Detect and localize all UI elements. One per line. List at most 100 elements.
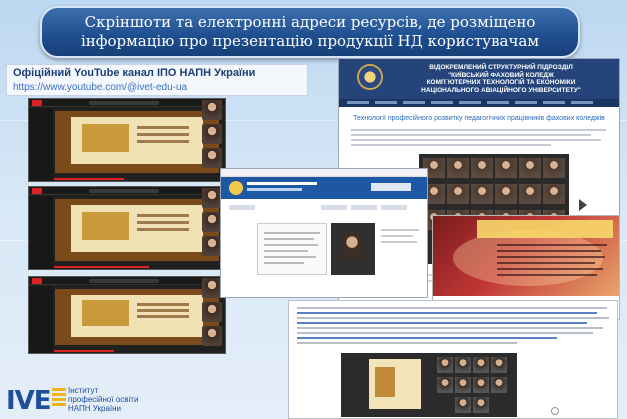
participant-thumbnail [202,188,222,208]
book-cover-image [81,123,130,152]
text-line [351,144,551,146]
text-line [381,235,413,237]
participant-thumbnail [202,302,222,322]
text-line [136,132,190,136]
tab[interactable] [321,205,347,210]
video-frame [55,199,219,261]
text-line [351,129,606,131]
participant-thumbnail [495,158,517,178]
ive-logo-line: професійної освіти [68,395,139,404]
youtube-screenshot-3[interactable] [28,276,226,354]
poster-glow [453,230,603,286]
ministry-title-line [247,188,302,191]
video-progress-bar[interactable] [54,178,124,180]
participant-thumbnail [447,158,469,178]
ministry-website-screenshot[interactable] [220,168,428,298]
text-line [297,342,517,344]
ministry-logo-icon [229,181,243,195]
participant-thumbnail [491,357,507,373]
video-progress-bar[interactable] [54,350,114,352]
book-cover-image [81,211,130,240]
ministry-header-box [371,183,411,191]
participant-thumbnail [495,184,517,204]
nav-item[interactable] [431,101,453,104]
ive-logo-line: Інститут [68,386,99,395]
text-line [264,256,316,258]
youtube-topbar [29,277,225,285]
participant-thumbnail [473,377,489,393]
nav-item[interactable] [515,101,537,104]
participant-thumbnail [202,100,222,120]
participant-thumbnail [455,377,471,393]
participant-thumbnail [473,357,489,373]
text-line [136,314,190,318]
text-line [297,327,603,329]
youtube-logo-icon [32,100,42,106]
participant-thumbnail [455,397,471,413]
youtube-topbar [29,99,225,107]
tab[interactable] [381,205,407,210]
college-article-heading: Технології професійного розвитку педагог… [353,115,605,122]
nav-item[interactable] [571,101,593,104]
text-line [136,308,190,312]
youtube-screenshot-1[interactable] [28,98,226,182]
next-arrow-icon[interactable] [551,407,559,415]
college-site-nav [339,99,619,107]
ive-logo-line: НАПН України [68,404,122,413]
presentation-slide [369,359,421,409]
book-cover-image [81,300,130,326]
nav-item[interactable] [403,101,425,104]
presentation-slide [71,205,203,252]
participant-thumbnail [202,212,222,232]
youtube-topbar [29,187,225,195]
text-line [297,312,597,314]
nav-item[interactable] [459,101,481,104]
youtube-sidebar [29,196,53,269]
participant-thumbnail [519,184,541,204]
text-line [497,244,607,246]
tab[interactable] [351,205,377,210]
college-seal-icon [357,64,383,90]
nav-item[interactable] [347,101,369,104]
text-line [497,250,601,252]
document-preview[interactable] [257,223,327,275]
presentation-slide [71,117,203,164]
text-line [351,134,591,136]
participant-thumbnail [202,326,222,346]
nav-item[interactable] [543,101,565,104]
speaker-image [341,233,363,259]
text-line [136,220,190,224]
participant-thumbnail [455,357,471,373]
participant-thumbnail [202,124,222,144]
participant-thumbnail [519,158,541,178]
participant-column [202,100,226,172]
embedded-video-player[interactable] [341,353,517,417]
participant-thumbnail [437,377,453,393]
poster-title-block [477,220,613,238]
nav-item[interactable] [487,101,509,104]
youtube-logo-icon [32,278,42,284]
college-title-line: "КИЇВСЬКИЙ ФАХОВИЙ КОЛЕДЖ [448,71,554,79]
video-progress-bar[interactable] [54,266,149,268]
youtube-channel-link[interactable]: https://www.youtube.com/@ivet-edu-ua [13,82,187,93]
text-line [264,232,320,234]
college-title-line: КОМП`ЮТЕРНИХ ТЕХНОЛОГІЙ ТА ЕКОНОМІКИ [426,79,576,86]
video-preview[interactable] [331,223,375,275]
text-line [381,229,419,231]
text-line [264,250,308,252]
participant-thumbnail [437,357,453,373]
college-site-header: ВІДОКРЕМЛЕНИЙ СТРУКТУРНИЙ ПІДРОЗДІЛ "КИЇ… [339,59,619,99]
article-screenshot[interactable] [288,300,618,419]
youtube-sidebar [29,286,53,353]
gallery-next-arrow-icon[interactable] [579,199,587,211]
video-frame [55,289,219,345]
text-line [497,256,605,258]
text-line [264,238,314,240]
nav-item[interactable] [375,101,397,104]
youtube-search-input [89,189,159,193]
slide-title-line-1: Скріншоти та електронні адреси ресурсів,… [84,13,536,31]
ministry-tabs [229,205,419,213]
book-cover-image [375,367,395,397]
youtube-screenshot-2[interactable] [28,186,226,270]
tab[interactable] [229,205,255,210]
